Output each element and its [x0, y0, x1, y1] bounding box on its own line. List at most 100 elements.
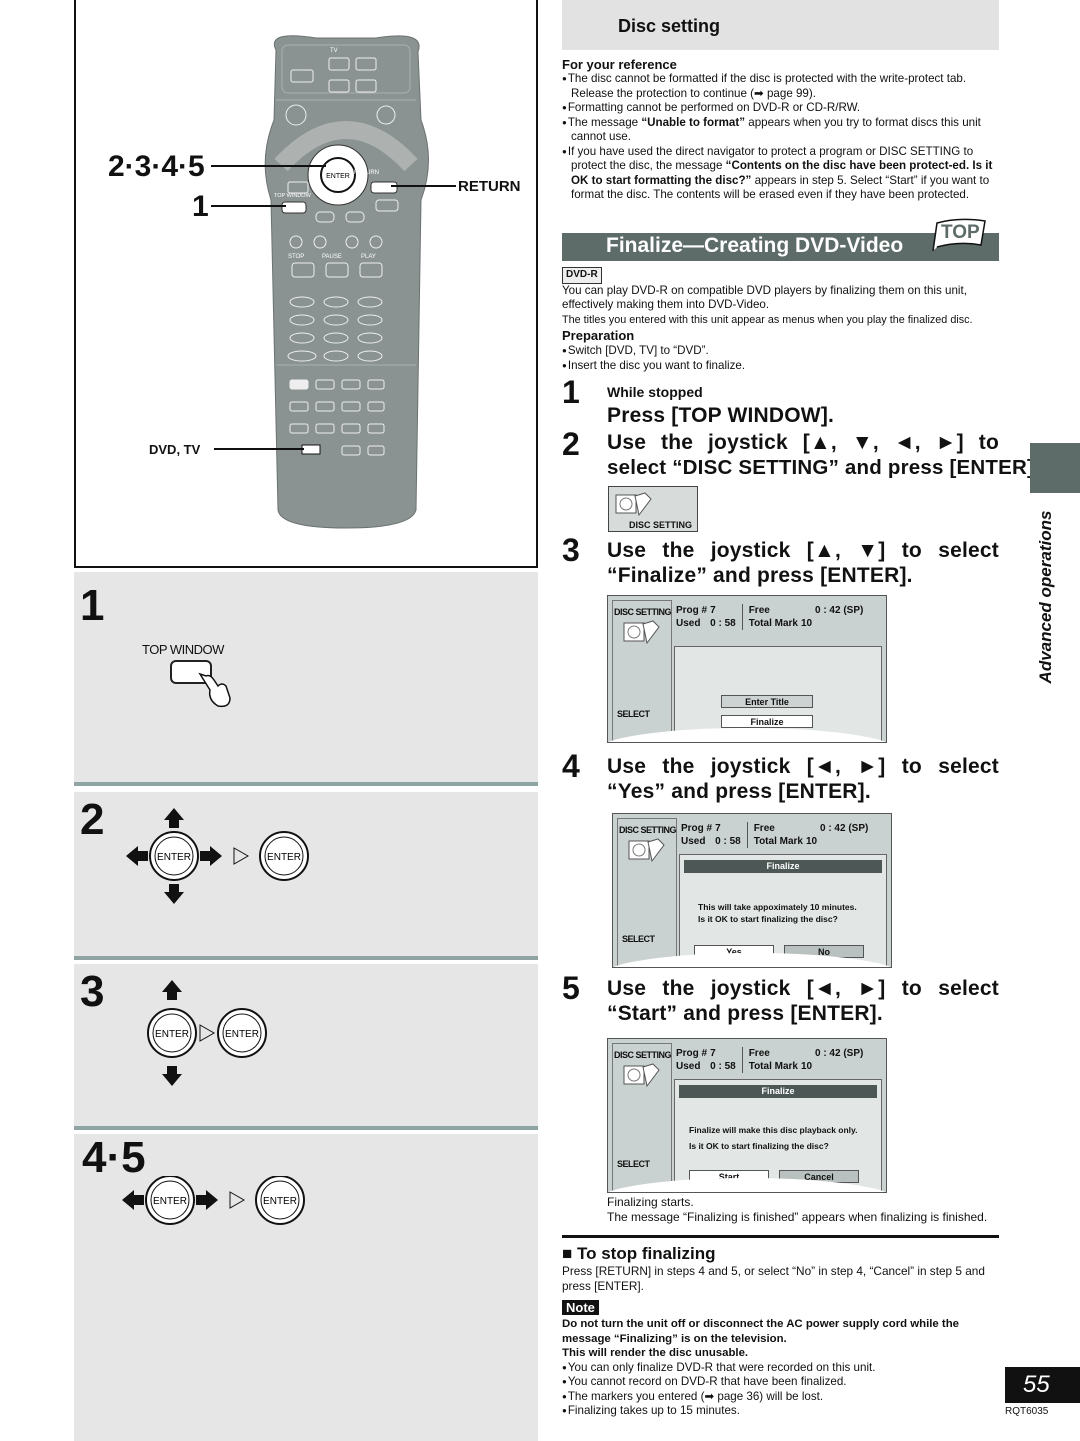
remote-illustration-box: ENTER 2·3·4·5 1 RETURN DVD, TV TV RETURN… [74, 0, 538, 568]
stop-text: Press [RETURN] in steps 4 and 5, or sele… [562, 1264, 985, 1293]
dialog-message: This will take appoximately 10 minutes. I… [698, 902, 857, 924]
step-number: 5 [562, 970, 580, 1006]
note-warning: This will render the disc unusable. [562, 1347, 749, 1359]
enter-label: ENTER [267, 852, 301, 863]
step-text-line2: select “DISC SETTING” and press [ENTER]. [607, 456, 1040, 479]
disc-icon [628, 838, 665, 863]
dialog-message: Finalize will make this disc playback on… [689, 1125, 858, 1151]
callout-dvd-tv: DVD, TV [149, 442, 201, 457]
joystick-4way-icon: ENTER ENTER [126, 808, 309, 904]
tv-screen-step3: DISC SETTING SELECT Prog #7 Free 0 : 42 (S… [607, 595, 887, 743]
enter-label: ENTER [157, 852, 191, 863]
reference-title: For your reference [562, 57, 677, 72]
disc-setting-icon [615, 492, 652, 517]
disc-setting-tile-label: DISC SETTING [629, 520, 693, 530]
step-text-line2: “Yes” and press [ENTER]. [607, 780, 871, 803]
remote-label-tv: TV [330, 48, 338, 54]
reference-bullet: The disc cannot be formatted if the disc… [562, 72, 999, 101]
finalize-intro: DVD-R You can play DVD-R on compatible D… [562, 267, 999, 373]
stop-section: ■ To stop finalizing Press [RETURN] in s… [562, 1244, 999, 1419]
step-text-line1: Use the joystick [▲, ▼, ◄, ►] to [607, 431, 999, 454]
remote-label-return: RETURN [354, 170, 379, 176]
dialog-title: Finalize [684, 860, 882, 873]
preparation-title: Preparation [562, 328, 635, 343]
divider [74, 782, 538, 786]
remote-control: ENTER [211, 35, 456, 529]
disc-setting-tile: DISC SETTING [608, 486, 698, 532]
reference-bullet: If you have used the direct navigator to… [562, 145, 999, 203]
menu-item-enter-title[interactable]: Enter Title [721, 695, 813, 708]
top-flag-icon: TOP [929, 217, 987, 253]
step-number: 2 [562, 426, 580, 462]
joystick-updown-icon: ENTER ENTER [147, 980, 267, 1086]
left-step-45-panel: 4·5 ENTER ENTER [74, 1134, 538, 1441]
divider [562, 1235, 999, 1238]
reference-bullet: Formatting cannot be performed on DVD-R … [562, 101, 999, 116]
reference-bullet: The message “Unable to format” appears w… [562, 116, 999, 145]
menu-item-finalize[interactable]: Finalize [721, 715, 813, 728]
preparation-item: Switch [DVD, TV] to “DVD”. [562, 344, 999, 359]
callout-return: RETURN [458, 178, 521, 195]
step-number: 4 [562, 748, 580, 784]
note-bullet: You cannot record on DVD-R that have bee… [562, 1375, 999, 1390]
disc-icon [623, 1063, 660, 1088]
step-precondition: While stopped [607, 384, 703, 400]
disc-info: Prog #7 Free 0 : 42 (SP) Used 0 : 58 Total M… [676, 1047, 864, 1073]
remote-label-play: PLAY [361, 254, 376, 260]
svg-text:ENTER: ENTER [225, 1029, 259, 1040]
left-step-2-panel: 2 ENTER ENTER [74, 792, 538, 956]
divider [74, 1126, 538, 1130]
remote-label-top-window: TOP WINDOW [274, 193, 311, 199]
svg-text:ENTER: ENTER [263, 1196, 297, 1207]
joystick-leftright-icon: ENTER ENTER [122, 1176, 305, 1225]
callout-steps-2345: 2·3·4·5 [108, 150, 205, 183]
remote-label-stop: STOP [288, 254, 305, 260]
note-badge: Note [562, 1300, 599, 1315]
tv-screen-step4: DISC SETTING SELECT Prog #7 Free 0 : 42 (S… [612, 813, 892, 968]
disc-icon [623, 620, 660, 645]
finalize-section-banner: Finalize—Creating DVD-Video TOP [562, 218, 999, 261]
tv-screen-step5: DISC SETTING SELECT Prog #7 Free 0 : 42 (S… [607, 1038, 887, 1193]
callout-step-1: 1 [192, 190, 209, 223]
svg-text:ENTER: ENTER [155, 1029, 189, 1040]
note-bullet: Finalizing takes up to 15 minutes. [562, 1404, 999, 1419]
section-tab [1030, 443, 1080, 493]
step-text-line1: Use the joystick [◄, ►] to select [607, 977, 999, 1000]
note-bullet: The markers you entered (➡ page 36) will… [562, 1390, 999, 1405]
top-window-label: TOP WINDOW [142, 642, 224, 657]
step-text: Press [TOP WINDOW]. [607, 404, 835, 427]
note-warning: Do not turn the unit off or disconnect t… [562, 1318, 959, 1345]
divider [74, 956, 538, 960]
left-step-3-panel: 3 ENTER ENTER [74, 964, 538, 1126]
dialog-title: Finalize [679, 1085, 877, 1098]
remote-label-pause: PAUSE [322, 254, 342, 260]
left-step-1-panel: 1 TOP WINDOW [74, 572, 538, 782]
finalize-result: Finalizing starts. The message “Finalizi… [607, 1195, 988, 1224]
left-step-number: 4·5 [82, 1133, 146, 1182]
note-bullet: You can only finalize DVD-R that were re… [562, 1361, 999, 1376]
step-number: 3 [562, 532, 580, 568]
intro-small-text: The titles you entered with this unit ap… [562, 313, 973, 326]
stop-title: ■ To stop finalizing [562, 1244, 716, 1263]
disc-info: Prog #7 Free 0 : 42 (SP) Used 0 : 58 Total M… [676, 604, 864, 630]
page-number: 55 [1005, 1367, 1080, 1403]
left-step-number: 2 [80, 795, 105, 844]
document-code: RQT6035 [1005, 1406, 1049, 1417]
step-number: 1 [562, 374, 580, 410]
step-text-line1: Use the joystick [◄, ►] to select [607, 755, 999, 778]
reference-section: For your reference The disc cannot be fo… [562, 57, 999, 203]
left-step-number: 1 [80, 581, 105, 630]
left-step-number: 3 [80, 967, 105, 1016]
svg-text:ENTER: ENTER [326, 173, 350, 180]
finalize-title: Finalize—Creating DVD-Video [606, 234, 904, 257]
step-text-line1: Use the joystick [▲, ▼] to select [607, 539, 999, 562]
screen-select-label: SELECT [617, 709, 650, 719]
step-text-line2: “Finalize” and press [ENTER]. [607, 564, 913, 587]
svg-text:ENTER: ENTER [153, 1196, 187, 1207]
section-label: Advanced operations [1036, 510, 1055, 684]
preparation-item: Insert the disc you want to finalize. [562, 359, 999, 374]
disc-info: Prog #7 Free 0 : 42 (SP) Used 0 : 58 Total M… [681, 822, 869, 848]
pressing-hand-icon [198, 672, 231, 708]
dvd-r-badge: DVD-R [562, 267, 602, 284]
intro-text: You can play DVD-R on compatible DVD pla… [562, 283, 967, 312]
